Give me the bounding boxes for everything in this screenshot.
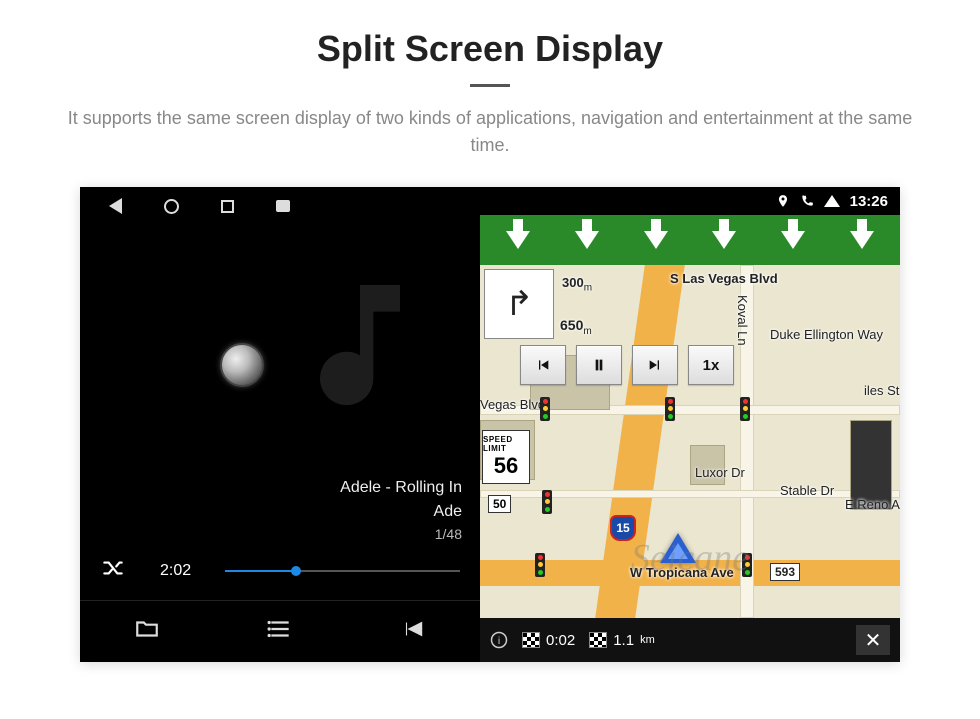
flag-icon [522,632,540,648]
back-icon[interactable] [106,198,122,214]
playlist-icon[interactable] [267,616,293,647]
sim-next-button[interactable] [632,345,678,385]
next-turn-distance: 300m [562,275,592,294]
device-frame: Adele - Rolling In Ade 1/48 2:02 [80,187,900,662]
traffic-light-icon [665,397,675,421]
interstate-shield: 15 [610,515,636,541]
road-label: Duke Ellington Way [770,327,883,342]
status-bar: 13:26 [480,187,900,215]
nav-bottom-bar: i 0:02 1.1 km ✕ [480,618,900,662]
folder-icon[interactable] [134,616,160,647]
speed-limit-label: SPEED LIMIT [483,435,529,453]
traffic-light-icon [542,490,552,514]
traffic-light-icon [535,553,545,577]
nav-pane: 13:26 S Las Vegas Blvd Koval Ln [480,187,900,662]
road-label: Vegas Blvd [480,397,545,412]
music-pane: Adele - Rolling In Ade 1/48 2:02 [80,187,480,662]
sim-pause-button[interactable] [576,345,622,385]
lane-arrow-icon [575,231,599,249]
following-turn-distance: 650m [560,317,592,337]
image-icon [276,200,290,212]
sim-info-button[interactable]: i [490,631,508,649]
recents-icon[interactable] [221,200,234,213]
svg-text:i: i [498,635,500,647]
android-nav-bar [80,187,480,225]
music-bottom-bar [80,600,480,662]
album-art-icon [250,235,470,455]
lane-arrow-icon [850,231,874,249]
clock: 13:26 [850,193,888,210]
road-label: E Reno Ave [845,497,900,512]
page-title: Split Screen Display [317,28,663,70]
title-rule [470,84,510,87]
road-label: iles St [864,383,899,398]
lane-guidance-bar [480,215,900,265]
traffic-light-icon [740,397,750,421]
road-label: Stable Dr [780,483,834,498]
track-title: Adele - Rolling In [80,476,462,500]
progress-row: 2:02 [80,545,480,600]
elapsed-time: 2:02 [160,562,191,580]
lane-arrow-icon [506,231,530,249]
vehicle-cursor-icon [660,533,696,563]
road-label: Koval Ln [735,295,750,346]
map-canvas[interactable]: S Las Vegas Blvd Koval Ln Duke Ellington… [480,265,900,618]
track-index: 1/48 [80,524,462,545]
sim-elapsed: 0:02 [522,632,575,649]
phone-icon [800,194,814,208]
cursor-indicator [220,343,264,387]
close-button[interactable]: ✕ [856,625,890,655]
lane-arrow-icon [712,231,736,249]
traffic-light-icon [540,397,550,421]
page-subtitle: It supports the same screen display of t… [60,105,920,159]
location-pin-icon [776,194,790,208]
speed-limit-value: 56 [494,453,518,479]
lane-arrow-icon [644,231,668,249]
wifi-icon [824,195,840,207]
lane-arrow-icon [781,231,805,249]
road-number: 593 [770,563,800,581]
sim-speed-button[interactable]: 1x [688,345,734,385]
turn-instruction: ↰ [484,269,554,339]
home-icon[interactable] [164,199,179,214]
sim-prev-button[interactable] [520,345,566,385]
track-info: Adele - Rolling In Ade 1/48 [80,476,480,545]
speed-limit-sign: SPEED LIMIT 56 [482,430,530,484]
sim-controls: 1x [520,345,734,385]
sim-remaining: 1.1 km [589,632,655,649]
track-artist: Ade [80,500,462,524]
progress-bar[interactable] [225,570,460,572]
turn-arrow-icon: ↰ [505,287,534,321]
road-label: S Las Vegas Blvd [670,271,778,286]
route-shield: 50 [488,495,511,513]
road-label: W Tropicana Ave [630,565,734,580]
music-body: Adele - Rolling In Ade 1/48 2:02 [80,225,480,600]
traffic-light-icon [742,553,752,577]
flag-icon [589,632,607,648]
shuffle-icon[interactable] [100,555,126,586]
prev-track-icon[interactable] [400,616,426,647]
road-label: Luxor Dr [695,465,745,480]
